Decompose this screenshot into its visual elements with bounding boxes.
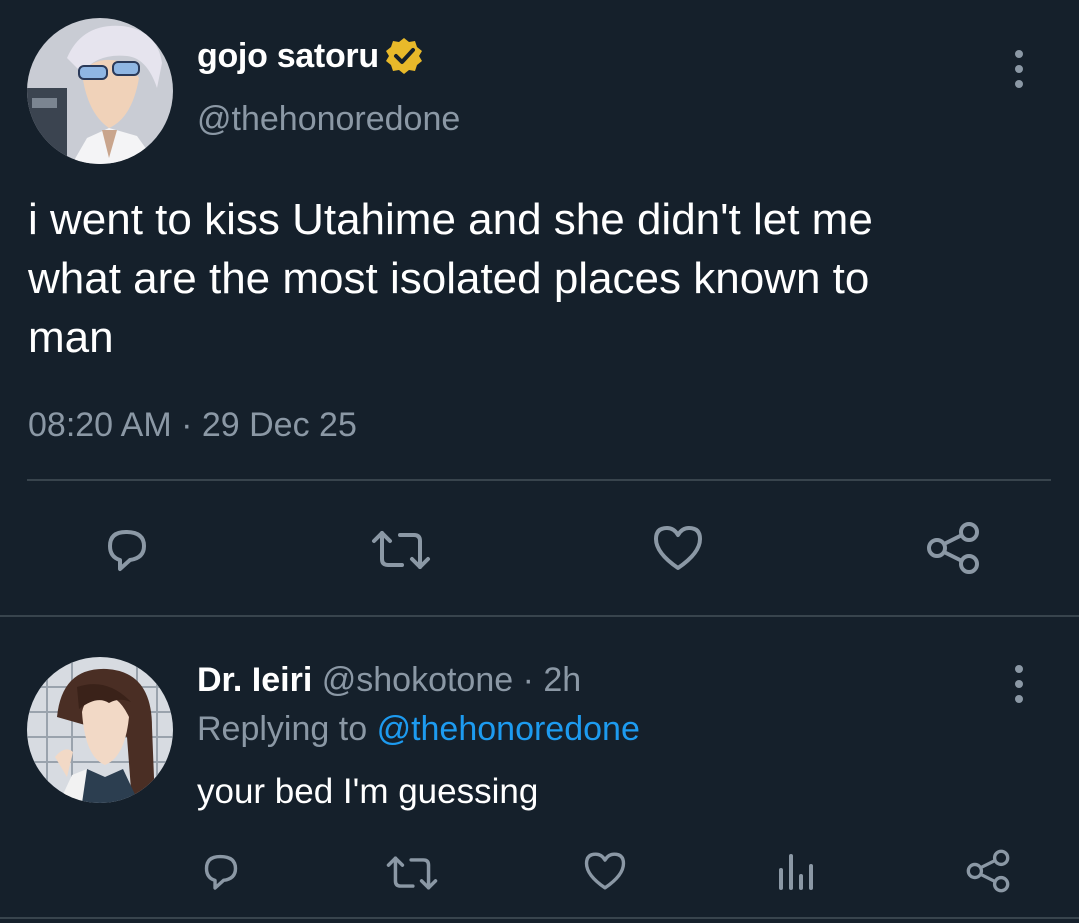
more-options-icon[interactable] — [1015, 50, 1023, 88]
retweet-icon[interactable] — [370, 525, 432, 575]
author-name[interactable]: gojo satoru — [197, 37, 379, 76]
tweet-text-line: i went to kiss Utahime and she didn't le… — [28, 195, 873, 244]
divider — [0, 615, 1079, 617]
replying-to-link[interactable]: @thehonoredone — [377, 710, 640, 748]
share-icon[interactable] — [965, 848, 1011, 894]
retweet-icon[interactable] — [385, 851, 439, 895]
share-icon[interactable] — [925, 520, 981, 576]
divider — [27, 479, 1051, 481]
reply-more-options-icon[interactable] — [1015, 665, 1023, 703]
tweet-text-line: man — [28, 313, 114, 362]
like-icon[interactable] — [583, 850, 627, 892]
author-handle[interactable]: @thehonoredone — [197, 100, 460, 139]
like-icon[interactable] — [652, 523, 704, 573]
replying-to-label: Replying to — [197, 710, 368, 748]
reply-icon[interactable] — [198, 848, 244, 894]
analytics-icon[interactable] — [776, 850, 816, 894]
reply-handle-time[interactable]: @shokotone · 2h — [322, 661, 581, 699]
reply-author-name[interactable]: Dr. Ieiri — [197, 661, 312, 699]
reply-text: your bed I'm guessing — [197, 772, 539, 811]
tweet-text: i went to kiss Utahime and she didn't le… — [28, 190, 873, 367]
divider — [0, 917, 1079, 919]
tweet-timestamp[interactable]: 08:20 AM · 29 Dec 25 — [28, 406, 357, 445]
reply-icon[interactable] — [100, 522, 154, 576]
tweet-text-line: what are the most isolated places known … — [28, 254, 870, 303]
verified-badge-icon — [384, 36, 424, 76]
reply-avatar[interactable] — [27, 657, 173, 803]
avatar[interactable] — [27, 18, 173, 164]
